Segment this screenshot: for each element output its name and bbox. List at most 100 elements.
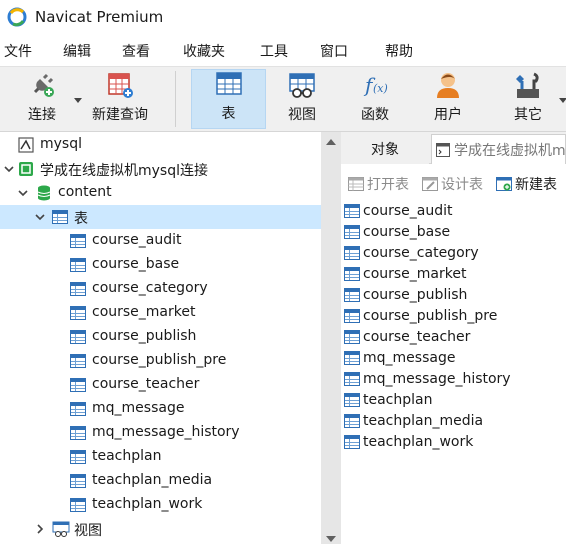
new-table-icon [496, 177, 512, 191]
tree-item-mysql[interactable]: mysql [0, 133, 321, 157]
user-button[interactable]: 用户 [418, 69, 478, 129]
object-list-item[interactable]: course_audit [344, 200, 453, 221]
mysql-connection-icon [18, 137, 34, 153]
title-bar: Navicat Premium [0, 0, 566, 34]
database-icon [36, 184, 52, 202]
object-label: mq_message_history [363, 370, 511, 387]
tree-item-database-content[interactable]: content [0, 181, 321, 205]
tree-table-item[interactable]: course_audit [0, 229, 321, 253]
tree-table-label: course_audit [92, 232, 182, 248]
table-icon [70, 426, 86, 440]
table-icon [344, 350, 360, 365]
new-table-button[interactable]: 新建表 [496, 174, 557, 194]
table-button[interactable]: 表 [191, 69, 266, 129]
table-icon [344, 392, 360, 407]
tree-table-item[interactable]: mq_message_history [0, 421, 321, 445]
tree-table-item[interactable]: teachplan_work [0, 493, 321, 517]
tree-table-item[interactable]: course_teacher [0, 373, 321, 397]
tab-query[interactable]: 学成在线虚拟机m [431, 134, 566, 164]
menu-edit[interactable]: 编辑 [63, 41, 91, 61]
object-list-item[interactable]: teachplan [344, 389, 432, 410]
function-button[interactable]: f (x) 函数 [345, 69, 405, 129]
tree-label-views-group: 视图 [74, 523, 102, 539]
chevron-down-icon[interactable] [34, 211, 46, 223]
other-dropdown-icon[interactable] [559, 98, 566, 103]
tree-table-item[interactable]: course_publish [0, 325, 321, 349]
new-table-label: 新建表 [515, 177, 557, 193]
tree-item-tables-group[interactable]: 表 [0, 205, 321, 229]
object-list-item[interactable]: course_publish_pre [344, 305, 497, 326]
scroll-up-arrow-icon[interactable] [326, 139, 336, 145]
tree-table-item[interactable]: teachplan [0, 445, 321, 469]
tab-objects-label: 对象 [371, 142, 399, 158]
tree-table-item[interactable]: course_market [0, 301, 321, 325]
menu-help[interactable]: 帮助 [385, 41, 413, 61]
object-label: course_market [363, 265, 467, 282]
menu-file[interactable]: 文件 [4, 41, 32, 61]
object-label: teachplan [363, 391, 433, 408]
new-query-icon [105, 70, 135, 100]
table-icon [70, 402, 86, 416]
scroll-down-arrow-icon[interactable] [326, 536, 336, 542]
tree-table-item[interactable]: teachplan_media [0, 469, 321, 493]
chevron-right-icon[interactable] [34, 523, 46, 535]
connect-dropdown-icon[interactable] [74, 98, 82, 103]
chevron-down-icon[interactable] [17, 187, 29, 199]
menu-favorites[interactable]: 收藏夹 [183, 41, 225, 61]
object-label: teachplan_media [363, 412, 484, 429]
open-table-button[interactable]: 打开表 [348, 174, 409, 194]
object-list-item[interactable]: course_teacher [344, 326, 470, 347]
navicat-logo-icon [7, 7, 27, 27]
object-label: course_audit [363, 202, 453, 219]
object-label: teachplan_work [363, 433, 474, 450]
tree-item-connection[interactable]: 学成在线虚拟机mysql连接 [0, 157, 321, 181]
object-list-item[interactable]: course_category [344, 242, 479, 263]
table-icon [70, 234, 86, 248]
connected-icon [18, 161, 34, 177]
design-table-button[interactable]: 设计表 [422, 174, 483, 194]
tree-table-label: teachplan_work [92, 496, 203, 512]
object-list-item[interactable]: teachplan_media [344, 410, 483, 431]
object-label: course_teacher [363, 328, 471, 345]
object-list-item[interactable]: mq_message_history [344, 368, 511, 389]
other-button[interactable]: 其它 [498, 69, 558, 129]
tree-table-item[interactable]: mq_message [0, 397, 321, 421]
query-tab-icon [436, 142, 450, 157]
menu-bar: 文件 编辑 查看 收藏夹 工具 窗口 帮助 [0, 34, 566, 66]
tree-item-views-group[interactable]: 视图 [0, 517, 321, 541]
new-query-button[interactable]: 新建查询 [85, 69, 155, 129]
svg-text:(x): (x) [373, 82, 388, 95]
object-list-item[interactable]: mq_message [344, 347, 455, 368]
object-label: course_category [363, 244, 479, 261]
object-list-item[interactable]: course_publish [344, 284, 467, 305]
tree-table-item[interactable]: course_category [0, 277, 321, 301]
view-icon [287, 70, 317, 100]
tree-table-label: mq_message_history [92, 424, 240, 440]
toolbar: 连接 新建查询 表 视图 f (x) 函数 用户 其它 [0, 66, 566, 132]
menu-window[interactable]: 窗口 [320, 41, 348, 61]
object-list-item[interactable]: course_market [344, 263, 466, 284]
navigation-tree: mysql 学成在线虚拟机mysql连接 content 表 course_au… [0, 132, 321, 544]
tree-table-label: course_publish_pre [92, 352, 227, 368]
object-list-item[interactable]: course_base [344, 221, 450, 242]
table-icon [70, 474, 86, 488]
table-icon [344, 287, 360, 302]
object-list-item[interactable]: teachplan_work [344, 431, 473, 452]
tree-table-label: mq_message [92, 400, 185, 416]
tree-label-tables-group: 表 [74, 211, 88, 227]
chevron-down-icon[interactable] [3, 163, 15, 175]
menu-tools[interactable]: 工具 [260, 41, 288, 61]
object-label: mq_message [363, 349, 456, 366]
tree-table-item[interactable]: course_publish_pre [0, 349, 321, 373]
connect-button[interactable]: 连接 [12, 69, 72, 129]
object-label: course_publish [363, 286, 468, 303]
tree-table-label: course_market [92, 304, 196, 320]
tree-table-item[interactable]: course_base [0, 253, 321, 277]
table-label: 表 [221, 106, 236, 122]
object-panel: 对象 学成在线虚拟机m 打开表 设计表 新建表 course_audit cou… [341, 132, 566, 544]
tab-objects[interactable]: 对象 [341, 134, 429, 164]
panel-splitter[interactable] [321, 132, 341, 544]
tab-bar: 对象 学成在线虚拟机m [341, 132, 566, 164]
view-button[interactable]: 视图 [272, 69, 332, 129]
menu-view[interactable]: 查看 [122, 41, 150, 61]
